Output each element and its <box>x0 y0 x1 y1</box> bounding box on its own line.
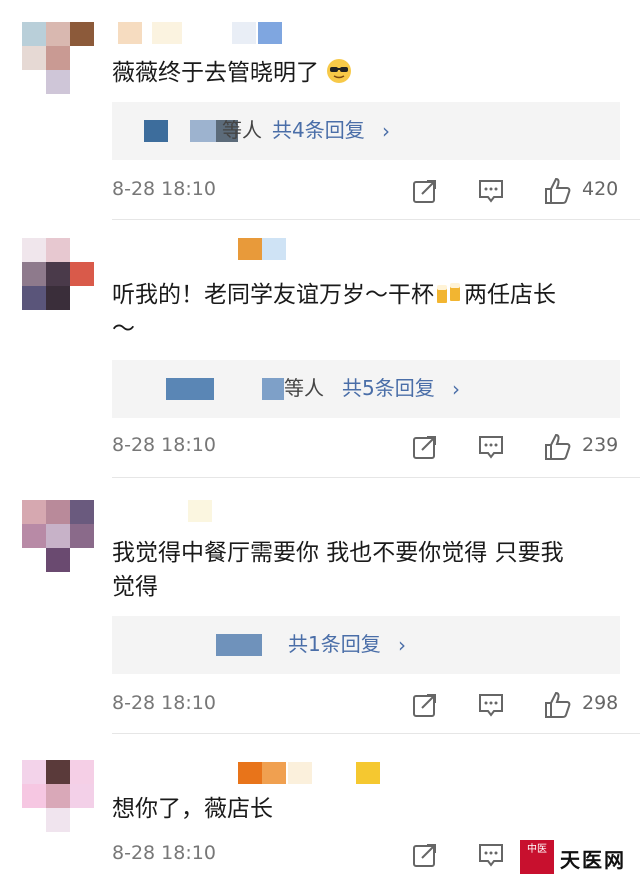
share-icon[interactable] <box>410 432 440 462</box>
like-icon[interactable] <box>542 176 572 206</box>
comment-icon[interactable] <box>476 432 506 462</box>
username-mosaic[interactable] <box>112 762 380 786</box>
comment-icon[interactable] <box>476 176 506 206</box>
share-icon[interactable] <box>410 840 440 870</box>
reply-count-link[interactable]: 共5条回复 <box>342 375 435 401</box>
chevron-right-icon: › <box>398 633 406 657</box>
comment-text: 想你了，薇店长 <box>112 796 273 822</box>
like-count: 420 <box>582 178 619 200</box>
reply-preview[interactable]: 共1条回复 › <box>112 616 620 674</box>
reply-users-suffix: 等人 <box>284 376 324 400</box>
share-icon[interactable] <box>410 690 440 720</box>
reply-count-link[interactable]: 共1条回复 <box>288 631 381 657</box>
like-icon[interactable] <box>542 432 572 462</box>
share-icon[interactable] <box>410 176 440 206</box>
avatar[interactable] <box>22 22 96 96</box>
comment-icon[interactable] <box>476 840 506 870</box>
like-count: 298 <box>582 692 619 714</box>
username-mosaic[interactable] <box>112 238 312 262</box>
timestamp: 8-28 18:10 <box>112 178 216 200</box>
comment-icon[interactable] <box>476 690 506 720</box>
reply-user-mosaic <box>144 120 168 142</box>
avatar[interactable] <box>22 500 96 574</box>
comment-meta: 8-28 18:10 239 <box>112 432 622 462</box>
seal-logo: 中医 <box>520 840 554 874</box>
comment-meta: 8-28 18:10 420 <box>112 176 622 206</box>
comment-item: 听我的！老同学友谊万岁～干杯 两任店长 ～ 等人 共5条回复 › 8-28 18… <box>0 220 640 478</box>
timestamp: 8-28 18:10 <box>112 842 216 864</box>
timestamp: 8-28 18:10 <box>112 692 216 714</box>
avatar[interactable] <box>22 238 96 312</box>
sunglasses-emoji-icon <box>327 59 352 83</box>
reply-user-mosaic <box>190 120 216 142</box>
reply-users-suffix: 等人 <box>222 118 262 142</box>
like-count: 239 <box>582 434 619 456</box>
chevron-right-icon: › <box>382 119 390 143</box>
comment-text: 薇薇终于去管晓明了 <box>112 56 612 90</box>
timestamp: 8-28 18:10 <box>112 434 216 456</box>
watermark-text: 天医网 <box>560 848 626 872</box>
reply-preview[interactable]: 等人 共4条回复 › <box>112 102 620 160</box>
comment-text: 听我的！老同学友谊万岁～干杯 两任店长 ～ <box>112 282 556 342</box>
avatar[interactable] <box>22 760 96 834</box>
chevron-right-icon: › <box>452 377 460 401</box>
like-icon[interactable] <box>542 690 572 720</box>
comment-meta: 8-28 18:10 298 <box>112 690 622 720</box>
comment-item: 薇薇终于去管晓明了 等人 共4条回复 › 8-28 18:10 420 <box>0 0 640 220</box>
beer-emoji-icon <box>437 283 460 303</box>
comment-text: 我觉得中餐厅需要你 我也不要你觉得 只要我 觉得 <box>112 540 564 600</box>
username-mosaic[interactable] <box>112 500 312 524</box>
comment-item: 我觉得中餐厅需要你 我也不要你觉得 只要我 觉得 共1条回复 › 8-28 18… <box>0 478 640 734</box>
reply-user-mosaic <box>166 378 214 400</box>
site-watermark: 中医 天医网 <box>520 838 638 878</box>
reply-preview[interactable]: 等人 共5条回复 › <box>112 360 620 418</box>
reply-user-mosaic <box>216 634 262 656</box>
username-mosaic[interactable] <box>112 22 312 46</box>
reply-count-link[interactable]: 共4条回复 <box>272 117 365 143</box>
reply-user-mosaic <box>262 378 284 400</box>
